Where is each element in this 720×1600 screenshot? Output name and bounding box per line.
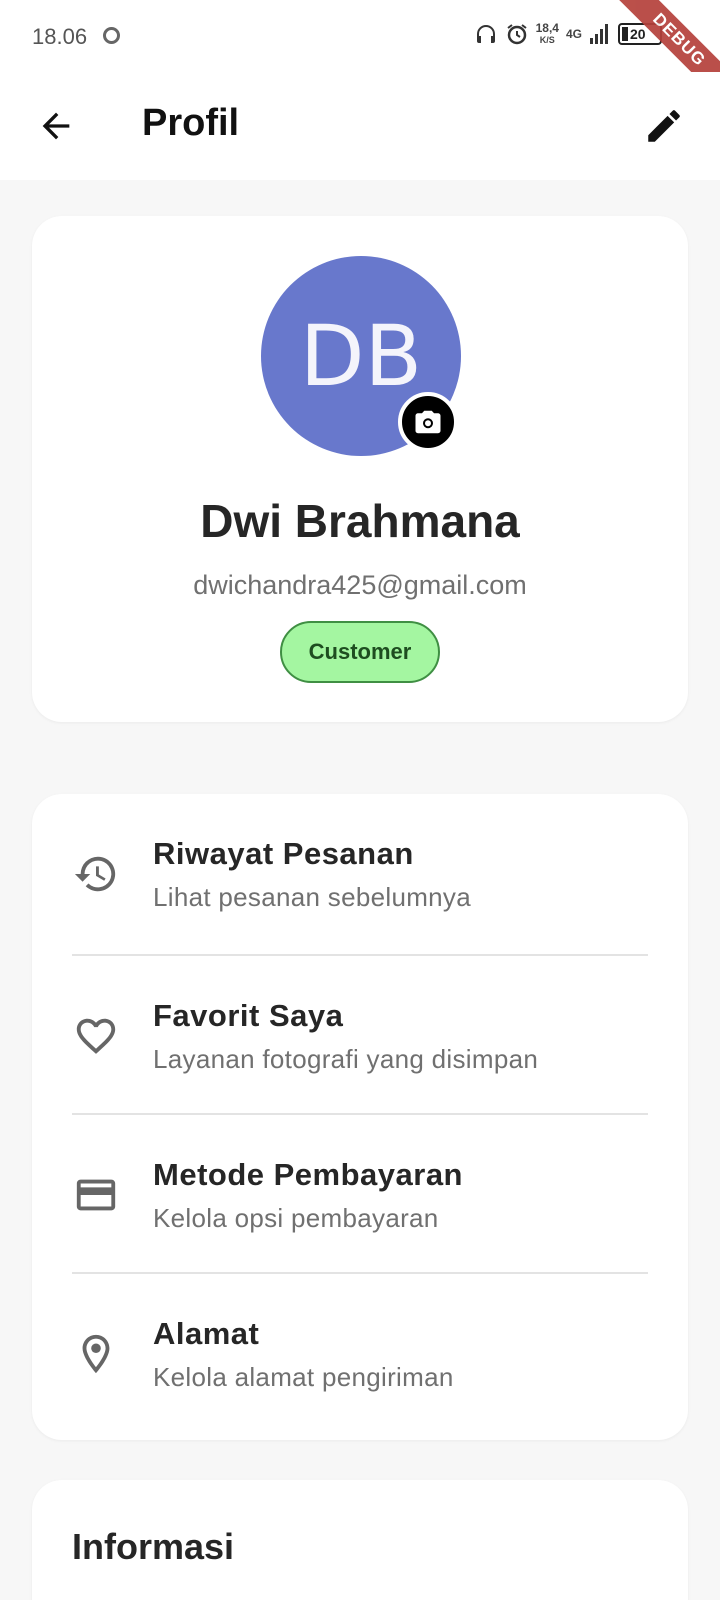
- notification-icon: [103, 27, 120, 44]
- menu-item-address[interactable]: Alamat Kelola alamat pengiriman: [32, 1274, 688, 1436]
- info-card: Informasi: [32, 1480, 688, 1600]
- camera-icon: [415, 410, 441, 434]
- signal-icon: [590, 24, 608, 44]
- pencil-icon: [648, 110, 680, 142]
- alarm-icon: [507, 24, 527, 45]
- role-badge: Customer: [280, 621, 440, 683]
- menu-card: Riwayat Pesanan Lihat pesanan sebelumnya…: [32, 794, 688, 1440]
- page-title: Profil: [142, 102, 240, 144]
- profile-name: Dwi Brahmana: [200, 495, 520, 547]
- avatar-initials: DB: [299, 307, 423, 405]
- menu-item-title: Riwayat Pesanan: [153, 836, 414, 871]
- app-bar: Profil: [0, 72, 720, 180]
- back-button[interactable]: [32, 102, 80, 150]
- edit-profile-button[interactable]: [640, 102, 688, 150]
- profile-email: dwichandra425@gmail.com: [193, 570, 527, 600]
- headphones-icon: [476, 25, 495, 43]
- status-icons: 18,4 K/S 4G 20: [474, 22, 662, 46]
- menu-item-subtitle: Kelola alamat pengiriman: [153, 1362, 454, 1392]
- menu-item-title: Alamat: [153, 1316, 260, 1351]
- status-bar: 18.06 18,4 K/S 4G 20 DEBUG: [0, 0, 720, 111]
- menu-item-payment-methods[interactable]: Metode Pembayaran Kelola opsi pembayaran: [32, 1115, 688, 1277]
- credit-card-icon: [72, 1171, 120, 1219]
- menu-item-subtitle: Lihat pesanan sebelumnya: [153, 882, 471, 912]
- menu-item-title: Metode Pembayaran: [153, 1157, 463, 1192]
- menu-item-subtitle: Layanan fotografi yang disimpan: [153, 1044, 539, 1074]
- menu-item-favorites[interactable]: Favorit Saya Layanan fotografi yang disi…: [32, 956, 688, 1118]
- menu-item-title: Favorit Saya: [153, 998, 344, 1033]
- info-section-title: Informasi: [72, 1526, 235, 1567]
- change-photo-button[interactable]: [398, 392, 458, 452]
- network-type: 4G: [565, 27, 582, 41]
- heart-icon: [72, 1012, 120, 1060]
- profile-card: DB Dwi Brahmana dwichandra425@gmail.com …: [32, 216, 688, 722]
- network-speed: 18,4 K/S: [535, 21, 559, 45]
- status-time: 18.06: [32, 24, 88, 49]
- history-icon: [72, 850, 120, 898]
- menu-item-subtitle: Kelola opsi pembayaran: [153, 1203, 439, 1233]
- menu-item-order-history[interactable]: Riwayat Pesanan Lihat pesanan sebelumnya: [32, 794, 688, 956]
- arrow-back-icon: [42, 112, 70, 140]
- location-pin-icon: [72, 1330, 120, 1378]
